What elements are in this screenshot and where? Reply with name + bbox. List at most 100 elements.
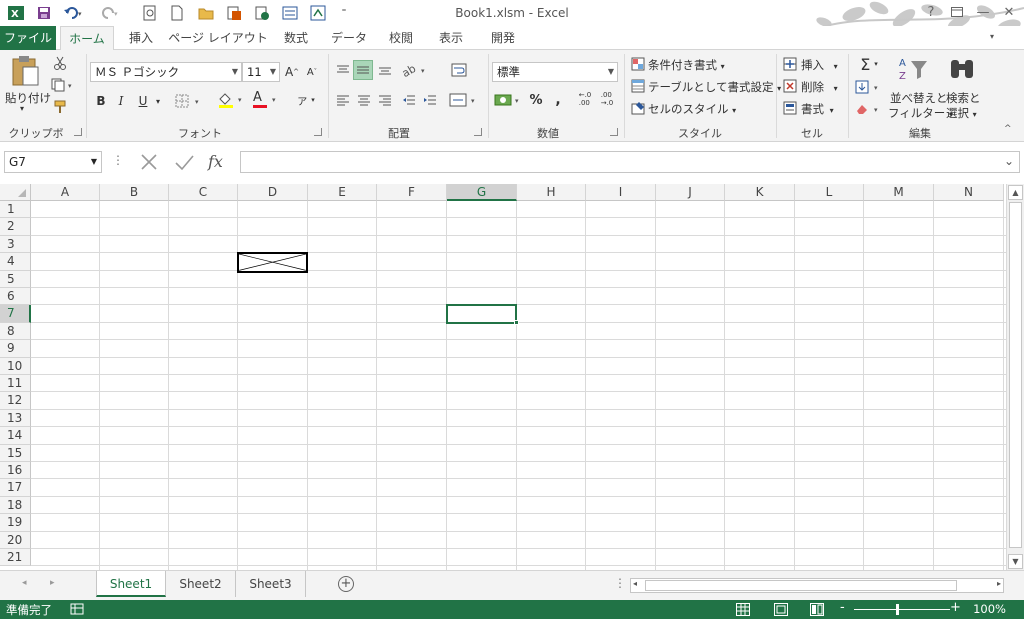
alignment-launcher-icon[interactable] (474, 128, 482, 136)
align-top-icon[interactable] (334, 60, 352, 80)
minimize-button[interactable]: — (970, 0, 996, 24)
column-header[interactable]: G (447, 184, 517, 201)
tab-file[interactable]: ファイル (0, 26, 56, 50)
comma-style-button[interactable]: , (552, 90, 564, 110)
image-placeholder-shape[interactable] (237, 252, 308, 273)
column-header[interactable]: M (864, 184, 934, 201)
scroll-left-icon[interactable]: ◂ (633, 579, 637, 588)
tab-home[interactable]: ホーム (60, 26, 114, 51)
column-header[interactable]: D (238, 184, 308, 201)
font-launcher-icon[interactable] (314, 128, 322, 136)
column-header[interactable]: F (377, 184, 447, 201)
scroll-up-icon[interactable]: ▲ (1008, 185, 1023, 200)
close-button[interactable]: ✕ (996, 0, 1022, 24)
phonetic-icon[interactable]: ア ▾ (292, 90, 320, 110)
format-painter-icon[interactable] (50, 98, 70, 116)
cancel-entry-icon[interactable] (136, 150, 162, 174)
align-right-icon[interactable] (376, 90, 394, 110)
tab-split-handle[interactable]: ⋮ (614, 576, 626, 590)
fill-icon[interactable]: ▾ (854, 78, 884, 96)
row-header[interactable]: 4 (0, 253, 31, 271)
row-header[interactable]: 14 (0, 427, 31, 445)
paste-dropdown-icon[interactable]: ▾ (20, 104, 24, 113)
sort-filter-icon[interactable]: AZ (896, 54, 930, 84)
shrink-font-icon[interactable]: Aˇ (304, 64, 320, 80)
horizontal-scrollbar[interactable]: ◂ ▸ (630, 578, 1004, 593)
sheet-tab[interactable]: Sheet3 (236, 571, 306, 597)
zoom-slider-thumb[interactable] (896, 604, 899, 615)
more-icon[interactable]: ⋮ (112, 153, 124, 167)
delete-cells-button[interactable]: 削除 ▾ (801, 79, 838, 95)
font-name-dropdown[interactable]: ＭＳ Ｐゴシック ▼ (90, 62, 242, 82)
row-header[interactable]: 21 (0, 549, 31, 567)
row-header[interactable]: 11 (0, 375, 31, 393)
format-as-table-button[interactable]: テーブルとして書式設定 ▾ (648, 79, 781, 95)
increase-decimal-button[interactable]: ←.0 .00 (576, 88, 594, 110)
row-header[interactable]: 5 (0, 270, 31, 288)
zoom-slider[interactable] (854, 609, 950, 610)
find-select-button[interactable]: 選択 ▾ (946, 105, 977, 121)
tab-page-layout[interactable]: ページ レイアウト (168, 26, 268, 50)
row-header[interactable]: 3 (0, 235, 31, 254)
decrease-indent-icon[interactable] (400, 90, 418, 110)
tab-formulas[interactable]: 数式 (272, 26, 320, 50)
cell-styles-icon[interactable] (630, 100, 646, 116)
column-header[interactable]: C (169, 184, 238, 201)
ribbon-display-button[interactable] (944, 0, 970, 24)
add-sheet-button[interactable]: + (338, 576, 354, 592)
enter-icon[interactable] (172, 150, 196, 174)
zoom-in-button[interactable]: + (950, 600, 961, 615)
find-select-label-1[interactable]: 検索と (946, 90, 981, 106)
row-header[interactable]: 13 (0, 409, 31, 428)
sort-filter-button[interactable]: フィルター ▾ (888, 105, 953, 121)
active-cell[interactable] (446, 304, 517, 324)
sheet-tab[interactable]: Sheet1 (96, 571, 166, 597)
macro-record-icon[interactable] (70, 603, 84, 615)
paste-icon[interactable] (6, 54, 44, 88)
increase-indent-icon[interactable] (421, 90, 439, 110)
accounting-format-icon[interactable]: ▾ (494, 90, 524, 110)
column-header[interactable]: E (308, 184, 377, 201)
column-header[interactable]: L (795, 184, 864, 201)
clipboard-launcher-icon[interactable] (74, 128, 82, 136)
expand-formula-bar-icon[interactable]: ⌄ (1004, 154, 1014, 168)
orientation-icon[interactable]: ab ▾ (400, 60, 430, 80)
tab-review[interactable]: 校閲 (378, 26, 424, 50)
worksheet-grid[interactable]: ABCDEFGHIJKLMN 1 2 3 4 5 6 7 8 9 10 11 12 13 14 15 16 17… (0, 184, 1006, 570)
prev-sheet-icon[interactable]: ◂ (22, 578, 27, 588)
align-middle-icon[interactable] (353, 60, 373, 80)
page-break-view-icon[interactable] (810, 603, 824, 616)
copy-icon[interactable]: ▾ (50, 76, 78, 94)
next-sheet-icon[interactable]: ▸ (50, 578, 55, 588)
italic-button[interactable]: I (112, 92, 130, 110)
sort-filter-label-1[interactable]: 並べ替えと (890, 90, 948, 106)
delete-cells-icon[interactable] (782, 78, 798, 94)
column-header[interactable]: I (586, 184, 656, 201)
scroll-down-icon[interactable]: ▼ (1008, 554, 1023, 569)
select-all-button[interactable] (0, 184, 31, 201)
tab-view[interactable]: 表示 (428, 26, 474, 50)
insert-cells-button[interactable]: 挿入 ▾ (801, 57, 838, 73)
underline-button[interactable]: U (134, 92, 152, 110)
row-header[interactable]: 15 (0, 444, 31, 462)
font-size-dropdown[interactable]: 11 ▼ (242, 62, 280, 82)
tab-developer[interactable]: 開発 (478, 26, 528, 50)
column-header[interactable]: N (934, 184, 1004, 201)
decrease-decimal-button[interactable]: .00 →.0 (598, 88, 616, 110)
format-cells-icon[interactable] (782, 100, 798, 116)
zoom-out-button[interactable]: - (840, 600, 845, 615)
conditional-format-icon[interactable] (630, 56, 646, 72)
cell-styles-button[interactable]: セルのスタイル ▾ (648, 101, 736, 117)
align-center-icon[interactable] (355, 90, 373, 110)
row-header[interactable]: 10 (0, 357, 31, 375)
row-header[interactable]: 19 (0, 514, 31, 532)
column-header[interactable]: J (656, 184, 725, 201)
find-icon[interactable] (946, 54, 978, 84)
column-header[interactable]: K (725, 184, 795, 201)
row-header[interactable]: 7 (0, 305, 31, 323)
row-header[interactable]: 6 (0, 288, 31, 306)
row-header[interactable]: 1 (0, 201, 31, 219)
vertical-scroll-thumb[interactable] (1009, 202, 1022, 548)
align-left-icon[interactable] (334, 90, 352, 110)
row-header[interactable]: 17 (0, 479, 31, 497)
